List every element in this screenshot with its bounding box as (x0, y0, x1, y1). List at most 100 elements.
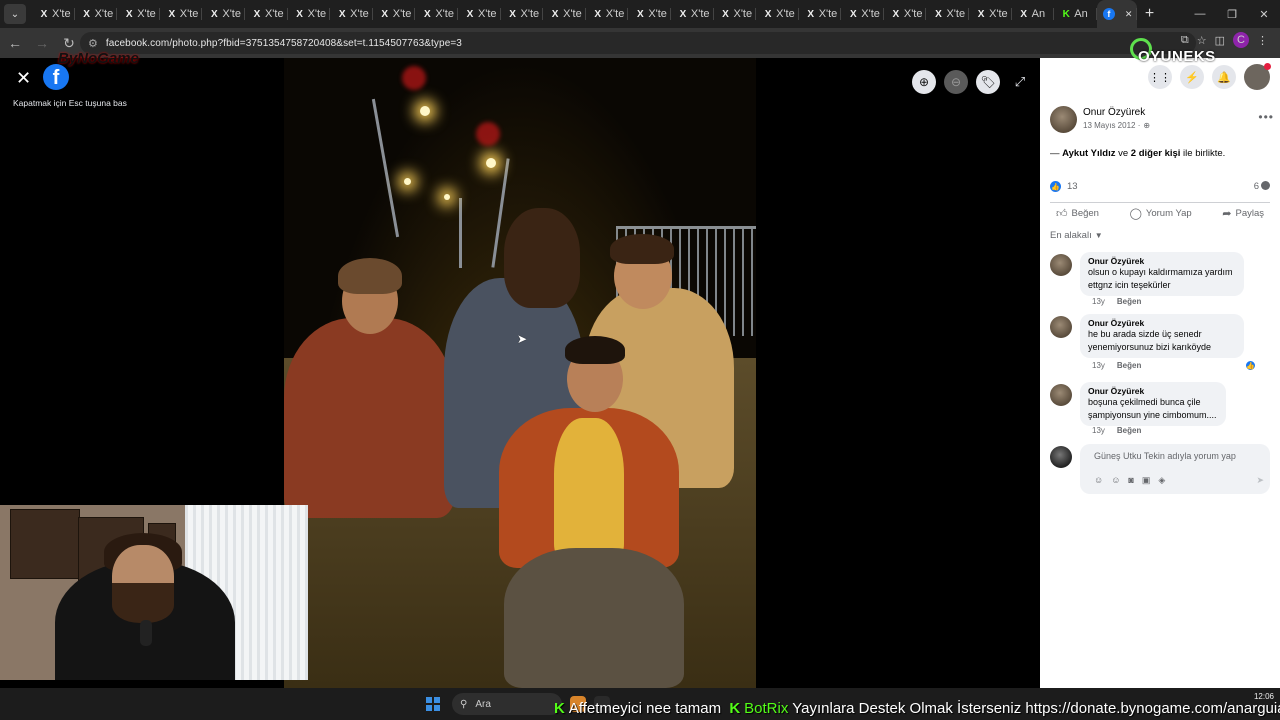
gif-icon[interactable]: ▣ (1142, 475, 1151, 486)
browser-tab[interactable]: X X'te (117, 0, 160, 28)
browser-tab[interactable]: X An (1012, 0, 1055, 28)
tag-icon[interactable]: 🏷 (976, 70, 1000, 94)
browser-tab[interactable]: X X'te (160, 0, 203, 28)
post-date[interactable]: 13 Mayıs 2012 · ⊕ (1083, 121, 1150, 130)
browser-tab[interactable]: X X'te (32, 0, 75, 28)
sticker-icon[interactable]: ◈ (1158, 475, 1165, 486)
system-clock[interactable]: 12:06 (1254, 692, 1274, 701)
x-icon: X (424, 8, 431, 20)
browser-tab[interactable]: X X'te (288, 0, 331, 28)
bookmark-star-icon[interactable]: ☆ (1197, 34, 1207, 47)
browser-tab-label: X'te (137, 8, 156, 20)
more-options-icon[interactable]: ••• (1258, 110, 1274, 124)
back-icon[interactable]: ← (3, 31, 27, 55)
comment-like-link[interactable]: Beğen (1117, 297, 1141, 306)
browser-tab[interactable]: K An (1054, 0, 1097, 28)
browser-tab[interactable]: X X'te (969, 0, 1012, 28)
tab-search-button[interactable]: ⌄ (4, 4, 26, 24)
comment-like-reaction-icon[interactable]: 👍 (1245, 360, 1256, 371)
commenter-avatar[interactable] (1050, 254, 1072, 276)
emoji-icon[interactable]: ☺ (1111, 475, 1120, 486)
composer-tools: ☺ ☺ ◙ ▣ ◈ (1094, 475, 1165, 486)
close-tab-icon[interactable]: ✕ (1125, 9, 1133, 20)
viewer-avatar[interactable] (1050, 446, 1072, 468)
commenter-avatar[interactable] (1050, 384, 1072, 406)
comment-like-link[interactable]: Beğen (1117, 361, 1141, 370)
browser-tab[interactable]: X X'te (884, 0, 927, 28)
taskbar-search[interactable]: ⚲ Ara (452, 693, 562, 715)
new-tab-button[interactable]: + (1145, 5, 1154, 23)
account-avatar[interactable] (1244, 63, 1271, 90)
comment-age[interactable]: 13y (1092, 426, 1105, 435)
like-reaction-icon[interactable]: 👍 (1050, 181, 1061, 192)
fullscreen-icon[interactable]: ⤢ (1008, 74, 1032, 90)
camera-icon[interactable]: ◙ (1128, 475, 1133, 486)
comment-age[interactable]: 13y (1092, 361, 1105, 370)
comment-author[interactable]: Onur Özyürek (1088, 256, 1236, 266)
browser-tab[interactable]: X X'te (926, 0, 969, 28)
windows-start-icon[interactable] (426, 697, 440, 711)
comment-input[interactable] (1094, 451, 1264, 461)
comment-item: Onur Özyürek boşuna çekilmedi bunca çile… (1050, 382, 1278, 438)
browser-tab[interactable]: X X'te (202, 0, 245, 28)
comment-sort-dropdown[interactable]: En alakalı ▼ (1050, 230, 1103, 241)
cast-icon[interactable]: ⧉ (1181, 34, 1189, 47)
x-icon: X (807, 8, 815, 20)
browser-tab[interactable]: X X'te (671, 0, 714, 28)
browser-tab[interactable]: X X'te (330, 0, 373, 28)
browser-tab[interactable]: X X'te (714, 0, 757, 28)
extensions-bar: ⧉ ☆ ◫ C ⋮ (1181, 32, 1268, 48)
profile-avatar[interactable]: C (1233, 32, 1249, 48)
comment-age[interactable]: 13y (1092, 297, 1105, 306)
site-info-icon[interactable]: ⚙ (88, 37, 98, 50)
browser-tab[interactable]: X X'te (245, 0, 288, 28)
avatar-sticker-icon[interactable]: ☺ (1094, 475, 1103, 486)
share-button[interactable]: ➦ Paylaş (1222, 207, 1264, 220)
restore-icon[interactable]: ❐ (1216, 0, 1248, 28)
x-icon: X (40, 8, 48, 20)
comment-text: he bu arada sizde üç senedr yenemiyorsun… (1088, 329, 1212, 352)
browser-tab[interactable]: X X'te (586, 0, 629, 28)
comment-like-link[interactable]: Beğen (1117, 426, 1141, 435)
main-photo[interactable] (284, 58, 756, 688)
browser-tab[interactable]: X X'te (458, 0, 501, 28)
address-bar[interactable]: ⚙ facebook.com/photo.php?fbid=3751354758… (80, 32, 1196, 54)
facebook-logo[interactable]: f (43, 64, 69, 90)
menu-grid-icon[interactable]: ⋮⋮ (1148, 65, 1172, 89)
post-actions: 👍︎ Beğen ◯ Yorum Yap ➦ Paylaş (1050, 202, 1270, 224)
browser-tab[interactable]: X X'te (628, 0, 671, 28)
extensions-icon[interactable]: ◫ (1215, 34, 1225, 47)
zoom-in-icon[interactable]: ⊕ (912, 70, 936, 94)
ticker-text-3: Yayınlara Destek Olmak İsterseniz https:… (792, 700, 1280, 717)
commenter-avatar[interactable] (1050, 316, 1072, 338)
forward-icon[interactable]: → (30, 31, 54, 55)
browser-tab[interactable]: X X'te (415, 0, 458, 28)
comment-author[interactable]: Onur Özyürek (1088, 386, 1218, 396)
notifications-bell-icon[interactable]: 🔔 (1212, 65, 1236, 89)
comment-icon: ◯ (1129, 208, 1142, 220)
comment-author[interactable]: Onur Özyürek (1088, 318, 1236, 328)
browser-tab[interactable]: X X'te (756, 0, 799, 28)
tab-facebook-active[interactable]: f ✕ (1096, 0, 1137, 28)
minimize-icon[interactable]: — (1184, 0, 1216, 28)
close-window-icon[interactable]: ✕ (1248, 0, 1280, 28)
browser-tab[interactable]: X X'te (501, 0, 544, 28)
post-author[interactable]: Onur Özyürek (1083, 107, 1145, 118)
comment-count[interactable]: 6 (1254, 181, 1270, 192)
browser-tab[interactable]: X X'te (75, 0, 118, 28)
browser-tab[interactable]: X X'te (373, 0, 416, 28)
author-avatar[interactable] (1050, 106, 1077, 133)
browser-tab[interactable]: X X'te (799, 0, 842, 28)
tagged-person-link[interactable]: Aykut Yıldız (1062, 148, 1115, 159)
facebook-icon: f (1102, 8, 1115, 20)
close-viewer-icon[interactable]: ✕ (16, 68, 31, 89)
tagged-others-link[interactable]: 2 diğer kişi (1131, 148, 1181, 159)
comment-button[interactable]: ◯ Yorum Yap (1130, 207, 1192, 220)
menu-icon[interactable]: ⋮ (1257, 34, 1268, 47)
browser-tab[interactable]: X X'te (841, 0, 884, 28)
send-icon[interactable]: ➤ (1256, 475, 1264, 486)
like-button[interactable]: 👍︎ Beğen (1056, 207, 1099, 220)
like-count[interactable]: 13 (1067, 181, 1078, 192)
messenger-icon[interactable]: ⚡ (1180, 65, 1204, 89)
browser-tab[interactable]: X X'te (543, 0, 586, 28)
